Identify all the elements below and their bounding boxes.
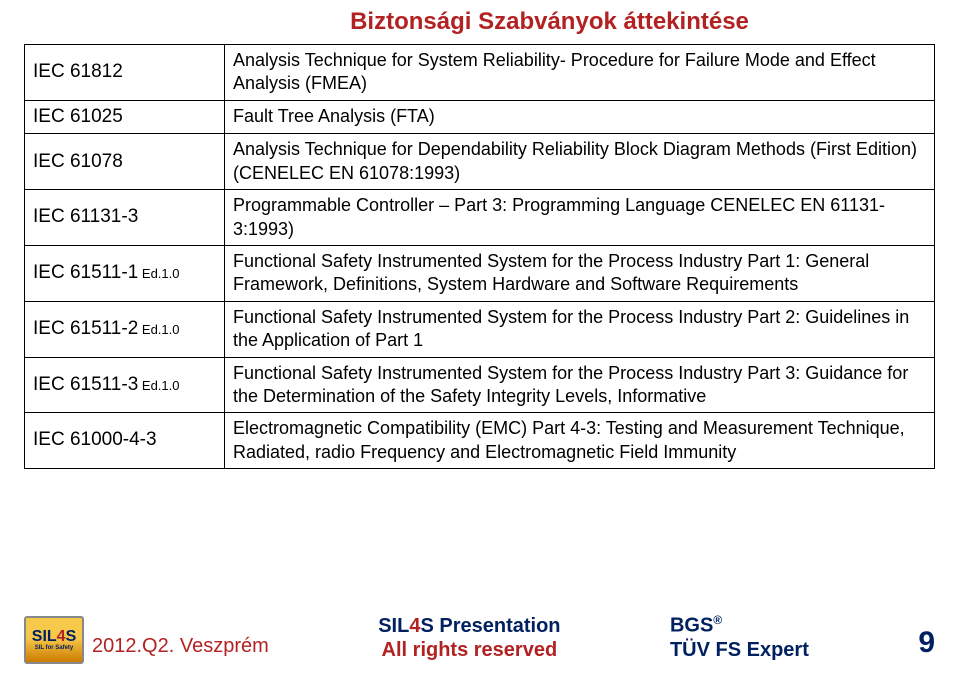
standard-code: IEC 61078 bbox=[25, 134, 225, 190]
standard-code: IEC 61511-1 Ed.1.0 bbox=[25, 246, 225, 302]
table-row: IEC 61511-3 Ed.1.0Functional Safety Inst… bbox=[25, 357, 935, 413]
sil4s-logo: SIL4S SIL for Safety bbox=[24, 616, 84, 664]
standard-code: IEC 61812 bbox=[25, 45, 225, 101]
standard-description: Functional Safety Instrumented System fo… bbox=[225, 246, 935, 302]
standard-description: Functional Safety Instrumented System fo… bbox=[225, 301, 935, 357]
standard-code: IEC 61131-3 bbox=[25, 190, 225, 246]
standard-code: IEC 61511-2 Ed.1.0 bbox=[25, 301, 225, 357]
standard-description: Analysis Technique for Dependability Rel… bbox=[225, 134, 935, 190]
standards-table: IEC 61812Analysis Technique for System R… bbox=[24, 44, 935, 469]
standard-description: Fault Tree Analysis (FTA) bbox=[225, 100, 935, 134]
footer-center: SIL4S Presentation All rights reserved bbox=[378, 614, 560, 662]
slide-title: Biztonsági Szabványok áttekintése bbox=[164, 8, 935, 36]
table-row: IEC 61025Fault Tree Analysis (FTA) bbox=[25, 100, 935, 134]
standard-code: IEC 61000-4-3 bbox=[25, 413, 225, 469]
table-row: IEC 61078Analysis Technique for Dependab… bbox=[25, 134, 935, 190]
standard-description: Functional Safety Instrumented System fo… bbox=[225, 357, 935, 413]
standard-description: Analysis Technique for System Reliabilit… bbox=[225, 45, 935, 101]
table-row: IEC 61511-2 Ed.1.0Functional Safety Inst… bbox=[25, 301, 935, 357]
table-row: IEC 61812Analysis Technique for System R… bbox=[25, 45, 935, 101]
standard-code: IEC 61511-3 Ed.1.0 bbox=[25, 357, 225, 413]
slide: Biztonsági Szabványok áttekintése IEC 61… bbox=[0, 0, 959, 678]
table-row: IEC 61131-3Programmable Controller – Par… bbox=[25, 190, 935, 246]
footer-date: 2012.Q2. Veszprém bbox=[92, 635, 269, 658]
table-row: IEC 61000-4-3Electromagnetic Compatibili… bbox=[25, 413, 935, 469]
standard-description: Electromagnetic Compatibility (EMC) Part… bbox=[225, 413, 935, 469]
page-number: 9 bbox=[918, 626, 935, 660]
standard-description: Programmable Controller – Part 3: Progra… bbox=[225, 190, 935, 246]
table-row: IEC 61511-1 Ed.1.0Functional Safety Inst… bbox=[25, 246, 935, 302]
footer-right: BGS® TÜV FS Expert bbox=[670, 613, 809, 662]
standard-code: IEC 61025 bbox=[25, 100, 225, 134]
footer-bar: SIL4S SIL for Safety 2012.Q2. Veszprém S… bbox=[0, 610, 959, 670]
